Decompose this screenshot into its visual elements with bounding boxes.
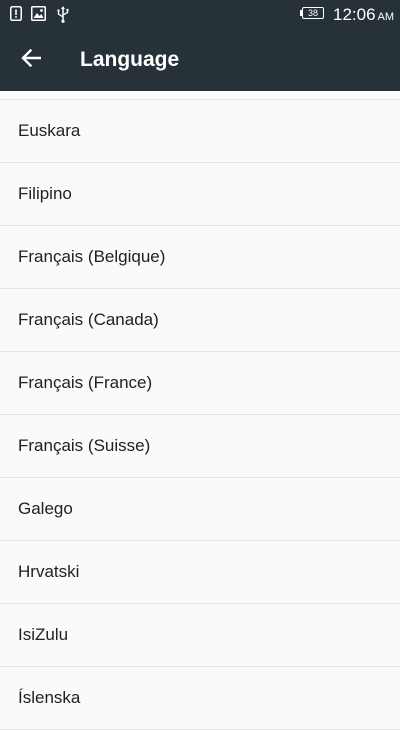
page-title: Language [80,48,180,71]
language-label: Français (Suisse) [18,436,151,455]
language-item[interactable]: Galego [0,478,400,541]
language-item[interactable]: Filipino [0,163,400,226]
language-label: IsiZulu [18,625,69,644]
image-icon [31,6,46,21]
language-item[interactable]: IsiZulu [0,604,400,667]
clock-time: 12:06 [333,5,376,24]
language-label: Hrvatski [18,562,80,581]
app-bar: Language [0,28,400,91]
language-item[interactable]: Euskara [0,100,400,163]
language-item[interactable]: Français (Canada) [0,289,400,352]
language-item[interactable]: Hrvatski [0,541,400,604]
arrow-left-icon [21,48,42,72]
language-label: Íslenska [18,688,81,707]
alert-icon [10,6,22,21]
clock: 12:06 AM [333,5,394,25]
language-label: Filipino [18,184,72,203]
language-item[interactable]: Français (Belgique) [0,226,400,289]
battery-level: 38 [302,7,324,19]
back-button[interactable] [10,39,52,81]
language-item[interactable]: Français (France) [0,352,400,415]
language-item[interactable]: Íslenska [0,667,400,730]
language-label: Français (France) [18,373,153,392]
clock-ampm: AM [377,11,395,23]
usb-icon [56,6,70,23]
language-list: Euskara Filipino Français (Belgique) Fra… [0,99,400,730]
language-label: Français (Canada) [18,310,159,329]
language-label: Euskara [18,121,81,140]
battery-icon: 38 [300,7,326,21]
language-label: Galego [18,499,73,518]
language-item[interactable]: Français (Suisse) [0,415,400,478]
language-label: Français (Belgique) [18,247,166,266]
status-bar: 38 12:06 AM [0,0,400,28]
